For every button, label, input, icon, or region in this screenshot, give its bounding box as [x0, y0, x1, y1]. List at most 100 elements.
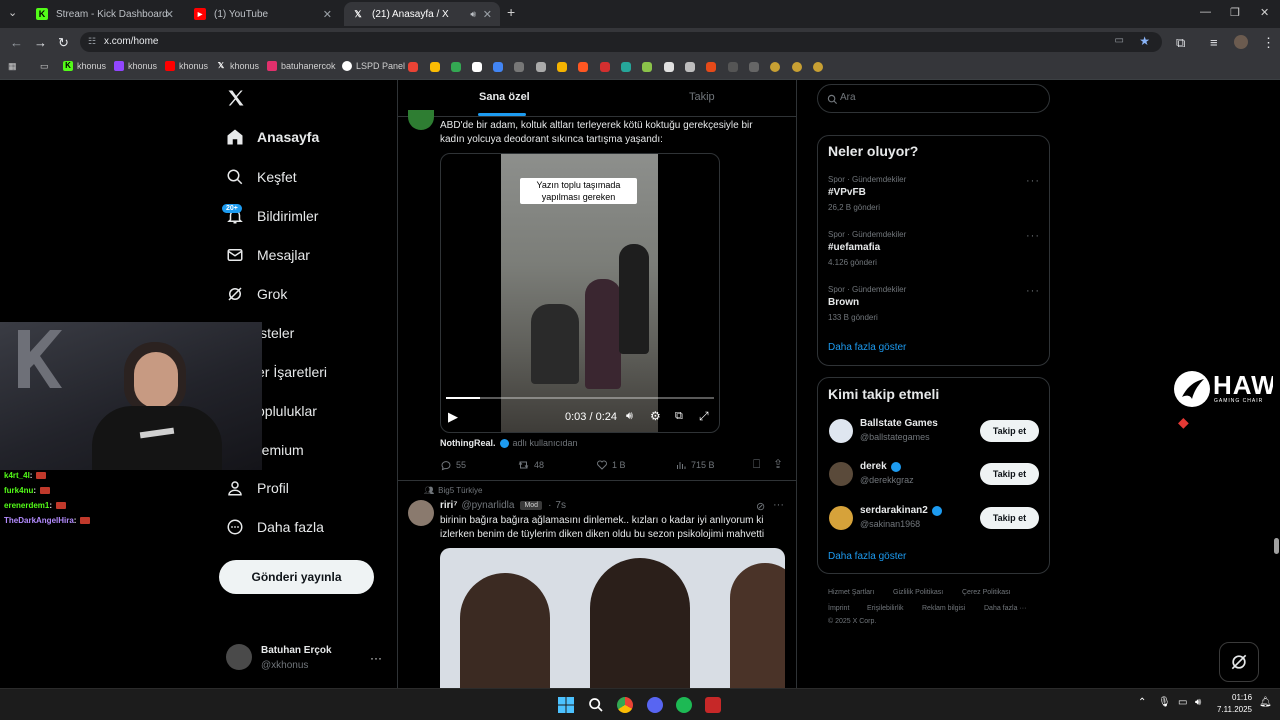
- bookmark-icon[interactable]: [706, 62, 716, 72]
- author-handle[interactable]: @pynarlidla: [461, 500, 514, 511]
- profile-avatar[interactable]: [1234, 35, 1248, 49]
- bookmark-instagram[interactable]: batuhanercok: [267, 61, 336, 71]
- discord-icon[interactable]: [647, 697, 663, 713]
- forward-icon[interactable]: →: [34, 35, 47, 50]
- trend-more-icon[interactable]: ···: [1026, 230, 1040, 242]
- follow-avatar[interactable]: [829, 419, 853, 443]
- trend-name[interactable]: #VPvFB: [828, 187, 866, 198]
- app-icon[interactable]: [705, 697, 721, 713]
- footer-link[interactable]: Gizlilik Politikası: [893, 589, 943, 596]
- account-name[interactable]: Batuhan Erçok: [261, 645, 332, 656]
- footer-link[interactable]: Reklam bilgisi: [922, 605, 965, 612]
- notification-icon[interactable]: 🔔︎: [1259, 697, 1272, 708]
- bookmark-kick[interactable]: Kkhonus: [63, 61, 106, 71]
- account-more-icon[interactable]: ···: [370, 651, 382, 665]
- grok-float-button[interactable]: [1219, 642, 1259, 682]
- clock-time[interactable]: 01:16: [1232, 693, 1252, 702]
- extensions-icon[interactable]: ⧉: [1176, 35, 1185, 51]
- tab-following[interactable]: Takip: [689, 91, 715, 103]
- search-icon[interactable]: [588, 697, 604, 713]
- follow-button[interactable]: Takip et: [980, 507, 1039, 529]
- footer-link[interactable]: Daha fazla ···: [984, 605, 1026, 612]
- footer-link[interactable]: Erişilebilirlik: [867, 605, 904, 612]
- trend-name[interactable]: #uefamafia: [828, 242, 880, 253]
- tweet-image[interactable]: [440, 548, 785, 688]
- network-icon[interactable]: ▭: [1178, 697, 1187, 708]
- bookmark-icon[interactable]: [749, 62, 759, 72]
- search-input[interactable]: [840, 92, 1040, 103]
- volume-icon[interactable]: 🔊︎: [626, 410, 633, 423]
- fullscreen-icon[interactable]: ⤢: [699, 409, 709, 424]
- nav-home[interactable]: Anasayfa: [226, 128, 319, 146]
- bookmark-icon[interactable]: [621, 62, 631, 72]
- repost-button[interactable]: 48: [517, 459, 544, 471]
- account-avatar[interactable]: [226, 644, 252, 670]
- bookmark-icon[interactable]: [792, 62, 802, 72]
- footer-link[interactable]: Çerez Politikası: [962, 589, 1011, 596]
- post-button[interactable]: Gönderi yayınla: [219, 560, 374, 594]
- tab-youtube[interactable]: ▶ (1) YouTube ✕: [186, 2, 340, 26]
- chrome-icon[interactable]: [617, 697, 633, 713]
- bookmark-x[interactable]: 𝕏khonus: [216, 61, 259, 71]
- bookmark-icon[interactable]: [514, 62, 524, 72]
- grok-icon[interactable]: ⊘: [756, 500, 765, 513]
- pip-icon[interactable]: ⧉: [675, 410, 683, 423]
- bookmark-lspd[interactable]: LSPD Panel: [342, 61, 405, 71]
- folder-icon[interactable]: ▭: [40, 61, 49, 72]
- follow-name[interactable]: Ballstate Games: [860, 418, 938, 429]
- tab-for-you[interactable]: Sana özel: [479, 91, 530, 103]
- bookmark-icon[interactable]: [557, 62, 567, 72]
- bookmark-icon[interactable]: [536, 62, 546, 72]
- close-icon[interactable]: ✕: [165, 8, 174, 21]
- page-scrollbar[interactable]: [1273, 80, 1280, 688]
- star-icon[interactable]: ★: [1139, 34, 1150, 48]
- trend-more-icon[interactable]: ···: [1026, 175, 1040, 187]
- video-source[interactable]: NothingReal. adlı kullanıcıdan: [440, 438, 578, 448]
- tab-search-icon[interactable]: ⌄: [8, 6, 17, 19]
- scrollbar-thumb[interactable]: [1274, 538, 1279, 554]
- clock-date[interactable]: 7.11.2025: [1217, 705, 1252, 714]
- spotify-icon[interactable]: [676, 697, 692, 713]
- bookmark-icon[interactable]: [664, 62, 674, 72]
- follow-avatar[interactable]: [829, 462, 853, 486]
- back-icon[interactable]: ←: [10, 35, 23, 50]
- share-icon[interactable]: ⇪: [773, 457, 783, 471]
- window-close-icon[interactable]: ✕: [1260, 6, 1269, 19]
- bookmark-icon[interactable]: ⎕: [753, 457, 760, 472]
- bookmark-icon[interactable]: [578, 62, 588, 72]
- apps-icon[interactable]: ▦: [8, 61, 17, 72]
- community-context[interactable]: 👥︎ Big5 Türkiye: [424, 486, 482, 495]
- footer-link[interactable]: Hizmet Şartları: [828, 589, 874, 596]
- maximize-icon[interactable]: ❐: [1230, 6, 1240, 19]
- tray-chevron-icon[interactable]: ⌃: [1138, 697, 1146, 708]
- omnibox[interactable]: ☷ x.com/home ▭ ★: [80, 32, 1162, 52]
- media-icon[interactable]: ≡: [1210, 35, 1218, 50]
- microphone-icon[interactable]: 🎙︎: [1158, 697, 1171, 708]
- trend-category[interactable]: Spor · Gündemdekiler: [828, 230, 906, 239]
- url-text[interactable]: x.com/home: [104, 36, 158, 47]
- bookmark-twitch[interactable]: khonus: [114, 61, 157, 71]
- nav-grok[interactable]: Grok: [226, 285, 287, 303]
- bookmark-icon[interactable]: [770, 62, 780, 72]
- bookmark-icon[interactable]: [728, 62, 738, 72]
- follow-avatar[interactable]: [829, 506, 853, 530]
- new-tab-button[interactable]: +: [507, 4, 515, 20]
- like-button[interactable]: 1 B: [596, 459, 626, 471]
- views-button[interactable]: 715 B: [675, 459, 715, 471]
- footer-link[interactable]: İmprint: [828, 605, 849, 612]
- close-icon[interactable]: ✕: [323, 8, 332, 21]
- bookmark-icon[interactable]: [600, 62, 610, 72]
- play-icon[interactable]: ▶: [448, 409, 458, 425]
- follow-name[interactable]: derek: [860, 461, 901, 472]
- bookmark-icon[interactable]: [472, 62, 482, 72]
- tweet-more-icon[interactable]: ···: [773, 499, 784, 511]
- start-icon[interactable]: [558, 697, 574, 713]
- volume-icon[interactable]: 🔊︎: [1195, 697, 1201, 708]
- follow-show-more[interactable]: Daha fazla göster: [828, 551, 906, 562]
- search-box[interactable]: [817, 84, 1050, 113]
- video-progress-track[interactable]: [446, 397, 714, 399]
- nav-messages[interactable]: Mesajlar: [226, 246, 310, 264]
- trend-category[interactable]: Spor · Gündemdekiler: [828, 175, 906, 184]
- nav-profile[interactable]: Profil: [226, 479, 289, 497]
- tab-x-home[interactable]: 𝕏 (21) Anasayfa / X 🔊︎ ✕: [344, 2, 500, 26]
